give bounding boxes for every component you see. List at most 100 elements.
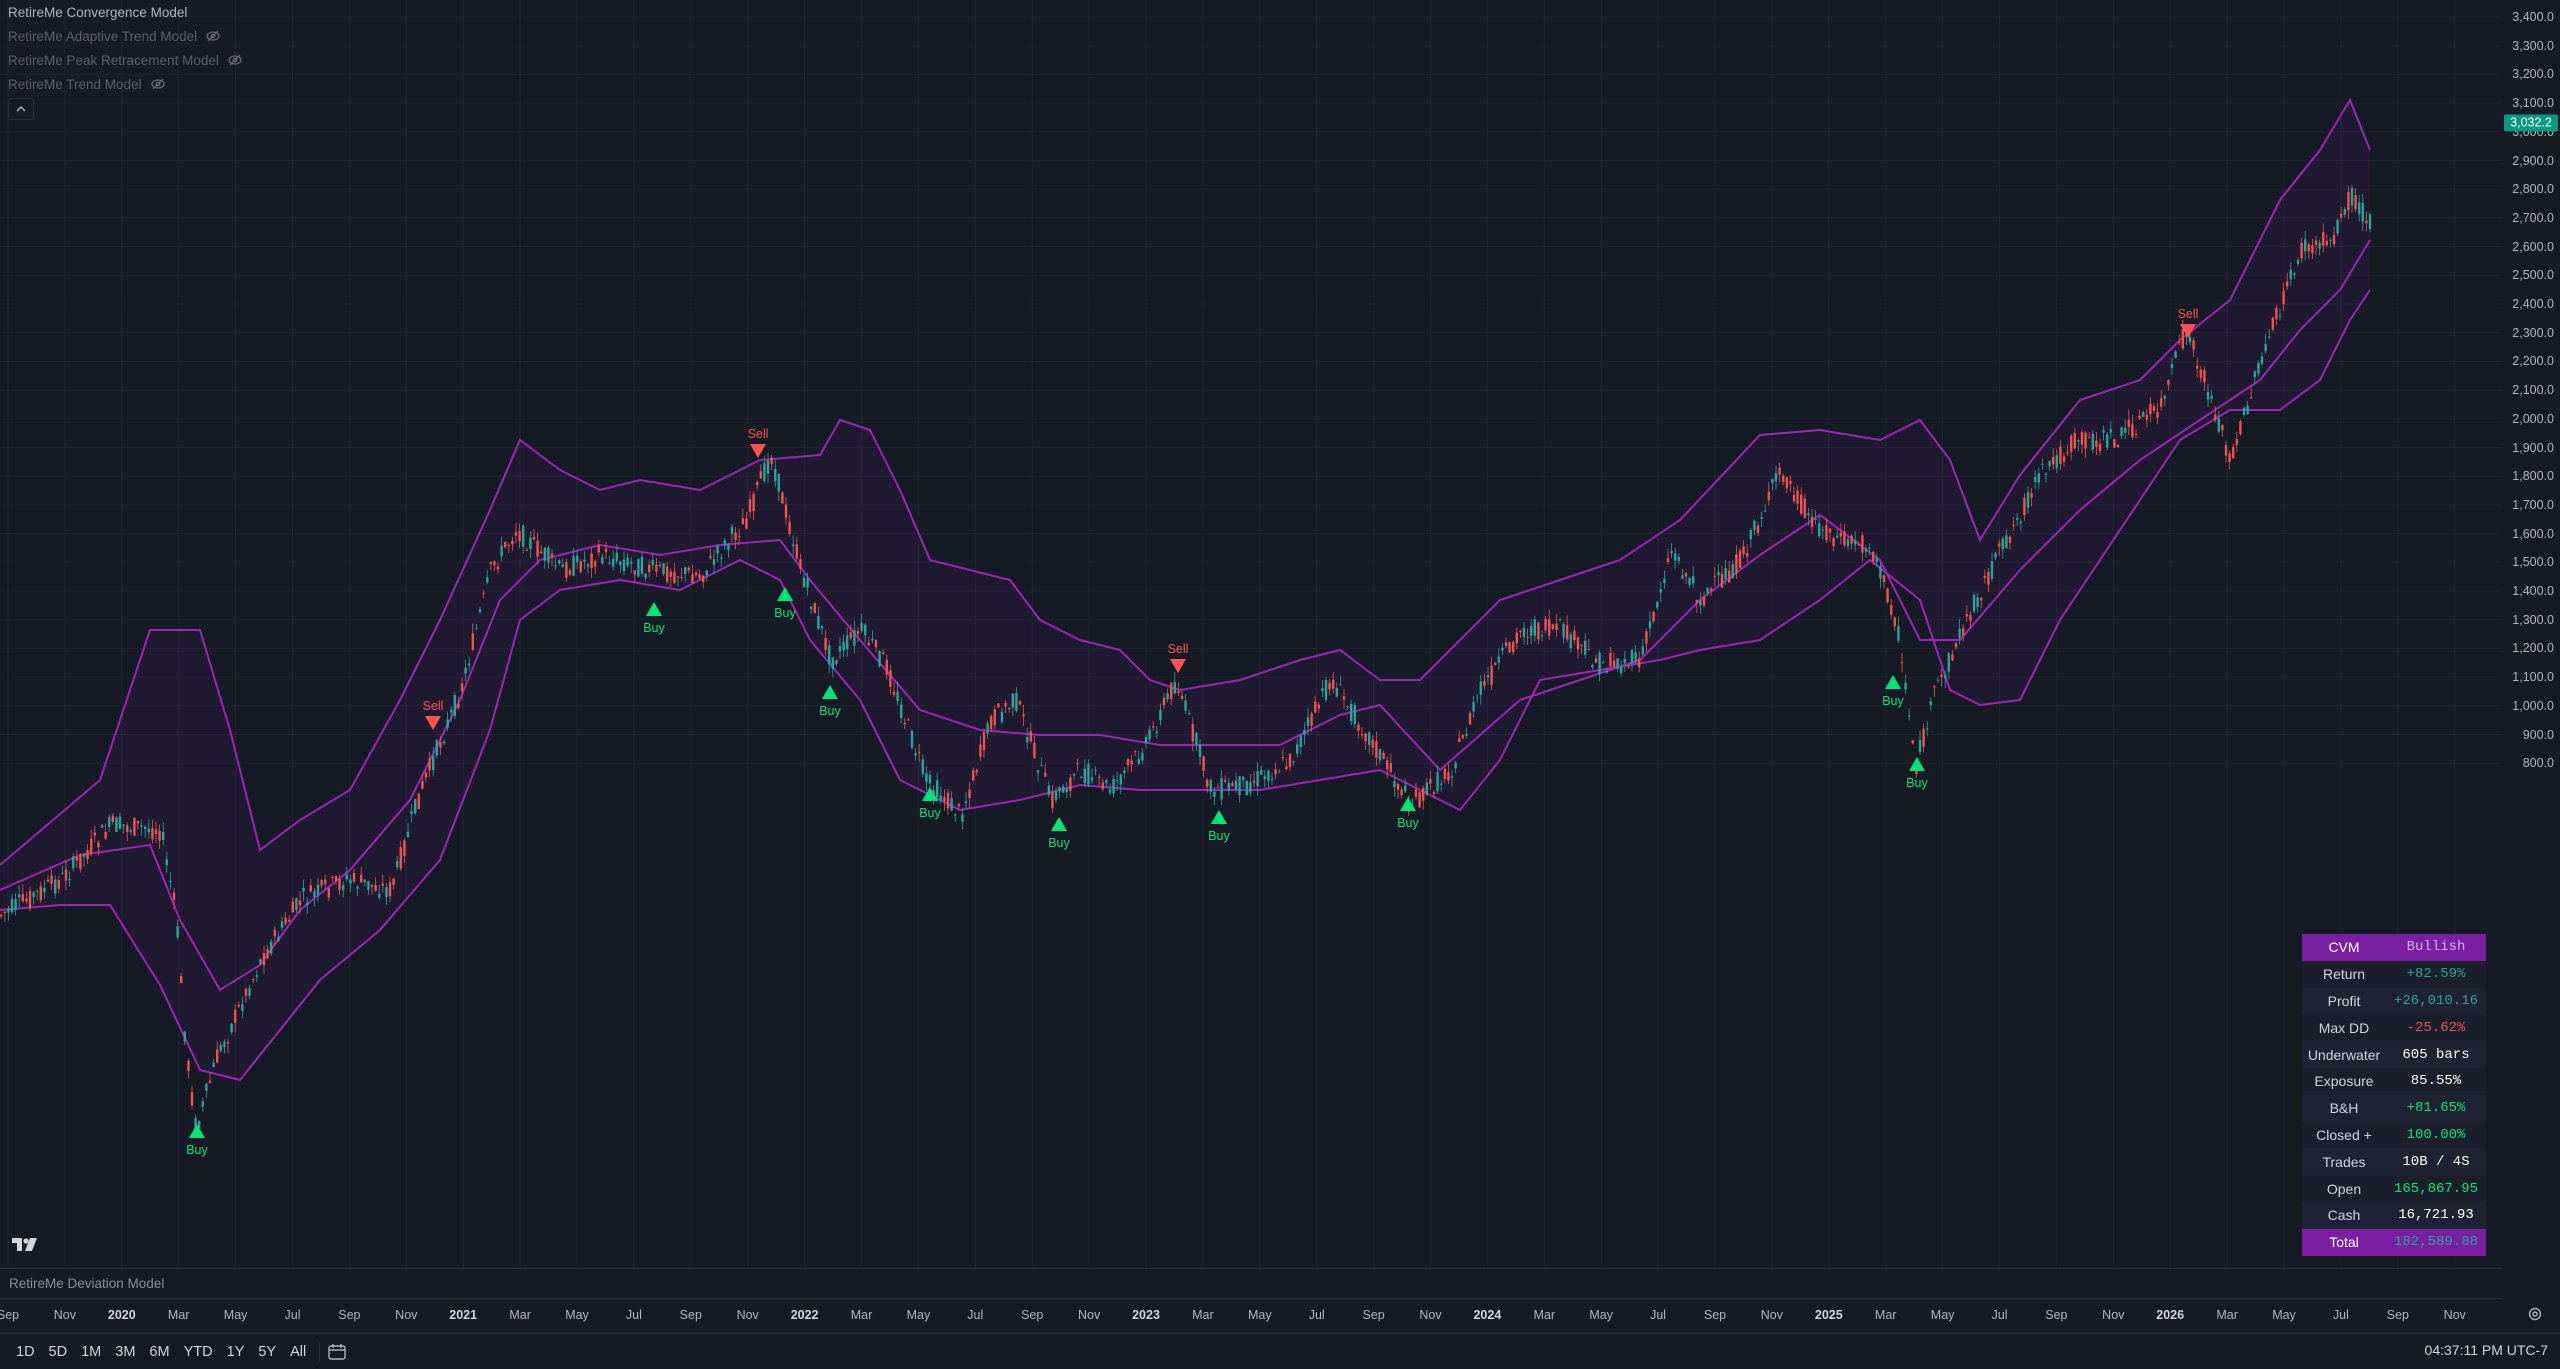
price-chart[interactable]: Buy Buy Buy Buy Buy Buy Buy Buy Buy Buy Sell Sell Se… (0, 0, 2502, 1275)
candle-body (1116, 780, 1119, 782)
candle-body (1836, 535, 1839, 538)
candle-body (2106, 434, 2109, 448)
candle-body (1594, 658, 1598, 663)
calendar-goto-icon[interactable] (326, 1342, 348, 1362)
candle-body (763, 462, 766, 482)
candle-body (2174, 351, 2177, 358)
candle-body (1497, 656, 1500, 663)
collapse-legend-button[interactable] (8, 98, 34, 120)
candle-body (144, 826, 147, 830)
candle-body (522, 525, 525, 547)
candle-body (424, 772, 428, 778)
candle-body (2206, 391, 2210, 400)
buy-signal-marker (1211, 810, 1227, 824)
candle-body (2127, 419, 2130, 428)
range-button-5y[interactable]: 5Y (251, 1339, 283, 1365)
candle-body (1544, 619, 1547, 631)
stats-label: Return (2302, 960, 2386, 988)
candle-body (298, 900, 302, 906)
legend-item[interactable]: RetireMe Peak Retracement Model (8, 48, 243, 72)
candle-body (1339, 684, 1342, 686)
range-button-6m[interactable]: 6M (142, 1339, 176, 1365)
candle-body (43, 887, 46, 893)
candle-body (1954, 643, 1958, 648)
last-price-label: 3,032.2 (2504, 114, 2558, 132)
candle-body (212, 1063, 215, 1068)
candle-body (1094, 769, 1097, 771)
range-button-1m[interactable]: 1M (74, 1339, 108, 1365)
range-button-all[interactable]: All (283, 1339, 313, 1365)
candle-body (864, 624, 867, 636)
candle-body (1566, 625, 1569, 640)
candle-body (327, 888, 330, 898)
candle-body (968, 789, 971, 798)
candle-body (1634, 652, 1637, 662)
stats-label: Closed + (2302, 1121, 2386, 1149)
candle-body (75, 856, 78, 861)
candle-body (230, 1023, 233, 1033)
candle-body (964, 801, 968, 804)
time-tick-label: May (1247, 1308, 1272, 1322)
candle-body (1353, 705, 1356, 724)
candle-body (1152, 726, 1155, 728)
settings-icon[interactable] (2526, 1305, 2544, 1323)
candle-body (550, 553, 554, 558)
sell-signal-label: Sell (423, 699, 444, 713)
range-button-5d[interactable]: 5D (42, 1339, 75, 1365)
price-scale[interactable]: 3,400.0 3,300.0 3,200.0 3,100.0 3,000.0 2,900… (2502, 0, 2560, 1290)
price-tick-label: 2,900.0 (2512, 153, 2554, 168)
tradingview-logo-icon[interactable] (10, 1235, 42, 1255)
candle-body (2253, 371, 2256, 378)
hidden-eye-icon[interactable] (150, 76, 166, 92)
candle-body (874, 640, 878, 648)
time-tick-label: Jul (284, 1308, 301, 1322)
candle-body (810, 606, 813, 609)
range-button-1d[interactable]: 1D (9, 1339, 42, 1365)
candle-body (1717, 572, 1720, 576)
candle-body (2149, 403, 2152, 415)
range-button-ytd[interactable]: YTD (177, 1339, 220, 1365)
candle-body (615, 552, 618, 562)
price-tick-label: 1,200.0 (2512, 641, 2554, 656)
candle-body (432, 755, 435, 770)
candle-body (1756, 525, 1760, 533)
candle-body (1263, 776, 1266, 780)
candle-body (1461, 735, 1464, 739)
legend-item[interactable]: RetireMe Convergence Model (8, 0, 243, 24)
candle-body (1900, 662, 1904, 664)
candle-body (1760, 517, 1763, 519)
candle-body (536, 540, 539, 557)
range-button-1y[interactable]: 1Y (220, 1339, 252, 1365)
candle-body (774, 468, 777, 482)
stats-label: Profit (2302, 987, 2386, 1015)
candle-body (1047, 785, 1050, 795)
pane-separator[interactable] (0, 1268, 2502, 1269)
time-axis[interactable]: Sep Nov 2020 Mar May Jul Sep Nov 2021 Mar May Jul Se… (0, 1298, 2502, 1331)
sell-signal-label: Sell (1168, 642, 1189, 656)
candle-body (1465, 734, 1468, 737)
candle-body (1342, 696, 1346, 700)
candle-body (1612, 660, 1616, 668)
candle-body (226, 1042, 230, 1044)
stats-header-label: CVM (2302, 934, 2386, 961)
legend-item[interactable]: RetireMe Trend Model (8, 72, 243, 96)
candle-body (2037, 473, 2040, 483)
stats-value: 100.00% (2386, 1121, 2486, 1149)
candle-body (1198, 744, 1202, 757)
time-tick-label: Nov (2443, 1308, 2466, 1322)
candle-body (284, 917, 287, 924)
stats-total-value: 182,589.88 (2386, 1228, 2486, 1256)
candle-body (381, 883, 384, 886)
candle-body (1584, 640, 1587, 655)
candle-body (72, 856, 75, 868)
candle-body (403, 840, 406, 856)
hidden-eye-icon[interactable] (205, 28, 221, 44)
candle-body (1969, 615, 1972, 621)
clock[interactable]: 04:37:11 PM UTC-7 (2425, 1342, 2548, 1358)
candle-body (1328, 682, 1331, 690)
hidden-eye-icon[interactable] (227, 52, 243, 68)
candle-body (2062, 456, 2066, 462)
legend-item[interactable]: RetireMe Adaptive Trend Model (8, 24, 243, 48)
time-tick-label: Sep (338, 1308, 361, 1322)
range-button-3m[interactable]: 3M (108, 1339, 142, 1365)
